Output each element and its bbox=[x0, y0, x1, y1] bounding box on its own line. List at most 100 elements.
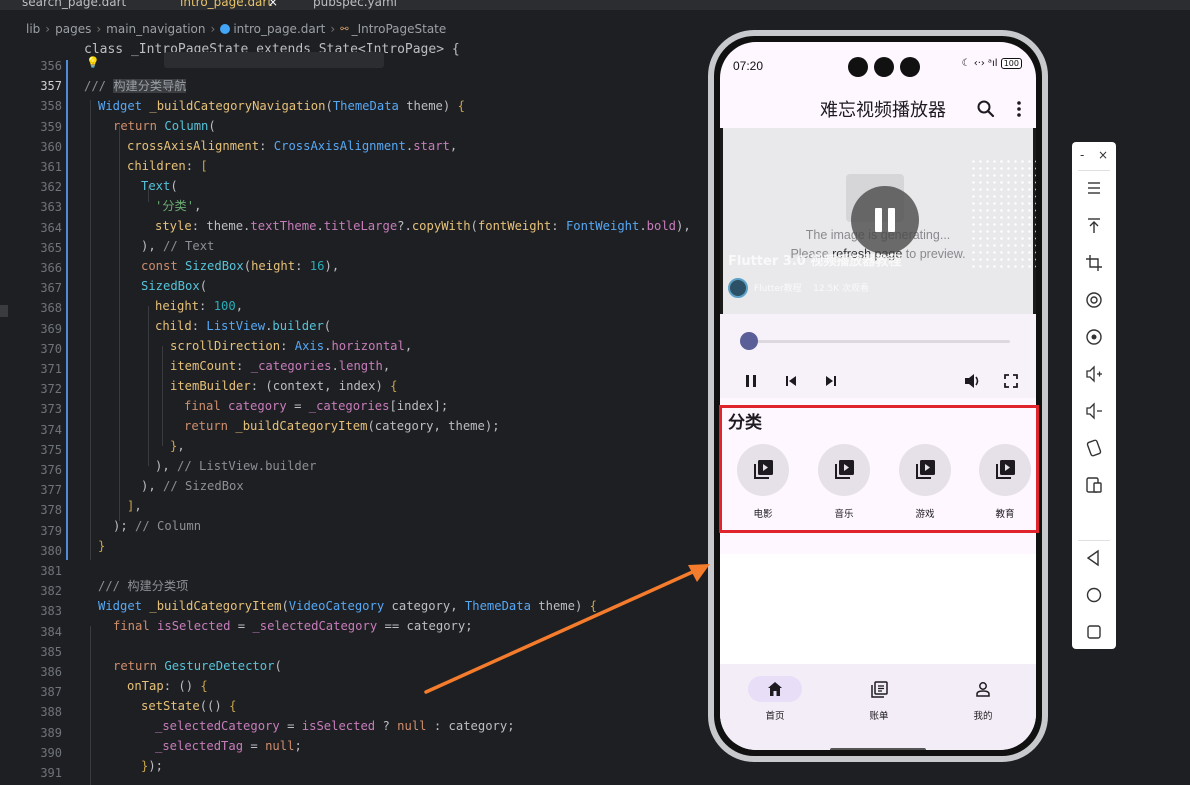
tab-close-icon[interactable]: × bbox=[268, 0, 278, 9]
code-line: return GestureDetector( bbox=[113, 659, 282, 673]
tab-intro-page[interactable]: intro_page.dart bbox=[180, 0, 272, 9]
code-line: onTap: () { bbox=[127, 679, 208, 693]
phone-screen: 07:20 ☾ ‹·› ᵃıl 100 难忘视频播放器 The image i bbox=[720, 42, 1036, 750]
nav-item-profile[interactable]: 我的 bbox=[950, 676, 1020, 726]
video-player[interactable]: The image is generating... Please refres… bbox=[720, 128, 1036, 314]
code-line: child: ListView.builder( bbox=[155, 319, 332, 333]
battery-icon: 100 bbox=[1000, 58, 1022, 69]
code-line: Widget _buildCategoryItem(VideoCategory … bbox=[98, 599, 597, 613]
volume-down-icon[interactable] bbox=[1084, 401, 1104, 421]
code-line: return _buildCategoryItem(category, them… bbox=[184, 419, 500, 433]
editor-tab-bar: search_page.dart intro_page.dart × pubsp… bbox=[0, 0, 1190, 10]
home-button-icon[interactable] bbox=[1084, 585, 1104, 605]
pause-button[interactable] bbox=[851, 186, 919, 254]
breadcrumb-class[interactable]: _IntroPageState bbox=[352, 22, 447, 36]
code-line: Text( bbox=[141, 179, 178, 193]
code-line: }); bbox=[141, 759, 164, 773]
pause-icon bbox=[875, 208, 895, 232]
code-line: _selectedCategory = isSelected ? null : … bbox=[155, 719, 515, 733]
content-area bbox=[720, 554, 1036, 664]
bottom-navigation: 首页 账单 我的 bbox=[720, 664, 1036, 750]
volume-up-icon[interactable] bbox=[1084, 364, 1104, 384]
code-line: style: theme.textTheme.titleLarge?.copyW… bbox=[155, 219, 691, 233]
tab-search-page[interactable]: search_page.dart bbox=[22, 0, 126, 9]
breadcrumb-main-navigation[interactable]: main_navigation bbox=[106, 22, 205, 36]
breadcrumb-pages[interactable]: pages bbox=[55, 22, 91, 36]
fold-icon[interactable] bbox=[1084, 475, 1104, 495]
nav-label: 账单 bbox=[869, 711, 889, 722]
app-title: 难忘视频播放器 bbox=[820, 100, 946, 121]
pause-small-icon[interactable] bbox=[744, 374, 758, 388]
code-line: _selectedTag = null; bbox=[155, 739, 302, 753]
status-bar: 07:20 ☾ ‹·› ᵃıl 100 bbox=[720, 42, 1036, 80]
back-icon[interactable] bbox=[1084, 548, 1104, 568]
nav-label: 我的 bbox=[973, 711, 993, 722]
code-line: itemBuilder: (context, index) { bbox=[170, 379, 398, 393]
code-editor[interactable]: /// 构建分类导航 Widget _buildCategoryNavigati… bbox=[0, 56, 700, 785]
code-line: ); // Column bbox=[113, 519, 202, 533]
skip-next-icon[interactable] bbox=[824, 374, 838, 388]
overview-icon[interactable] bbox=[1084, 622, 1104, 642]
home-icon bbox=[768, 682, 782, 696]
volume-icon[interactable] bbox=[964, 373, 981, 389]
breadcrumb: lib › pages › main_navigation › intro_page.… bbox=[26, 22, 447, 36]
person-icon bbox=[976, 682, 990, 697]
seek-thumb[interactable] bbox=[740, 332, 758, 350]
seek-track[interactable] bbox=[742, 340, 1010, 343]
code-line: Widget _buildCategoryNavigation(ThemeDat… bbox=[98, 99, 465, 113]
code-line: '分类', bbox=[155, 199, 202, 213]
breadcrumb-lib[interactable]: lib bbox=[26, 22, 40, 36]
code-line: /// 构建分类导航 bbox=[84, 79, 187, 93]
search-icon[interactable] bbox=[976, 99, 996, 119]
code-line: setState(() { bbox=[141, 699, 237, 713]
crop-icon[interactable] bbox=[1084, 253, 1104, 273]
code-line: /// 构建分类项 bbox=[98, 579, 189, 593]
close-button[interactable]: × bbox=[1098, 148, 1108, 162]
camera-cutout bbox=[848, 57, 920, 79]
emulator-toolbar: - × bbox=[1072, 142, 1116, 649]
class-icon: ⚯ bbox=[340, 23, 349, 35]
code-line: }, bbox=[170, 439, 185, 453]
nav-item-home[interactable]: 首页 bbox=[742, 676, 812, 726]
screen-record-icon[interactable] bbox=[1084, 290, 1104, 310]
flutter-file-icon bbox=[220, 24, 231, 34]
code-line: const SizedBox(height: 16), bbox=[141, 259, 340, 273]
channel-meta: Flutter教程 12.5K 次观看 bbox=[754, 284, 869, 294]
nav-item-bills[interactable]: 账单 bbox=[846, 676, 916, 726]
panel-resize-handle[interactable] bbox=[0, 305, 8, 317]
code-line: } bbox=[98, 539, 106, 553]
code-line: ), // SizedBox bbox=[141, 479, 244, 493]
code-line: children: [ bbox=[127, 159, 208, 173]
code-line: ), // ListView.builder bbox=[155, 459, 317, 473]
status-icons: ☾ ‹·› ᵃıl 100 bbox=[962, 58, 1022, 69]
breadcrumb-file[interactable]: intro_page.dart bbox=[233, 22, 325, 36]
pin-top-icon[interactable] bbox=[1084, 216, 1104, 236]
code-line: return Column( bbox=[113, 119, 216, 133]
more-vert-icon[interactable] bbox=[1016, 100, 1022, 118]
code-line: final category = _categories[index]; bbox=[184, 399, 449, 413]
code-line: ), // Text bbox=[141, 239, 215, 253]
menu-icon[interactable] bbox=[1084, 178, 1104, 198]
screenshot-icon[interactable] bbox=[1084, 327, 1104, 347]
lightbulb-icon[interactable]: 💡 bbox=[86, 56, 100, 69]
category-highlight-box bbox=[719, 405, 1039, 533]
code-line: ], bbox=[127, 499, 142, 513]
code-line: SizedBox( bbox=[141, 279, 208, 293]
library-icon bbox=[871, 681, 888, 698]
code-line: itemCount: _categories.length, bbox=[170, 359, 391, 373]
phone-frame: 07:20 ☾ ‹·› ᵃıl 100 难忘视频播放器 The image i bbox=[708, 30, 1048, 762]
skip-previous-icon[interactable] bbox=[784, 374, 798, 388]
home-gesture-bar[interactable] bbox=[830, 748, 926, 750]
status-time: 07:20 bbox=[733, 59, 764, 73]
code-line: scrollDirection: Axis.horizontal, bbox=[170, 339, 413, 353]
avatar bbox=[728, 278, 748, 298]
minimize-button[interactable]: - bbox=[1080, 148, 1084, 162]
tab-pubspec[interactable]: pubspec.yaml bbox=[313, 0, 397, 9]
code-line: height: 100, bbox=[155, 299, 244, 313]
nav-label: 首页 bbox=[765, 711, 785, 722]
rotate-icon[interactable] bbox=[1084, 438, 1104, 458]
fullscreen-icon[interactable] bbox=[1004, 374, 1018, 388]
app-bar: 难忘视频播放器 bbox=[720, 86, 1036, 130]
code-line: final isSelected = _selectedCategory == … bbox=[113, 619, 473, 633]
code-line: crossAxisAlignment: CrossAxisAlignment.s… bbox=[127, 139, 458, 153]
